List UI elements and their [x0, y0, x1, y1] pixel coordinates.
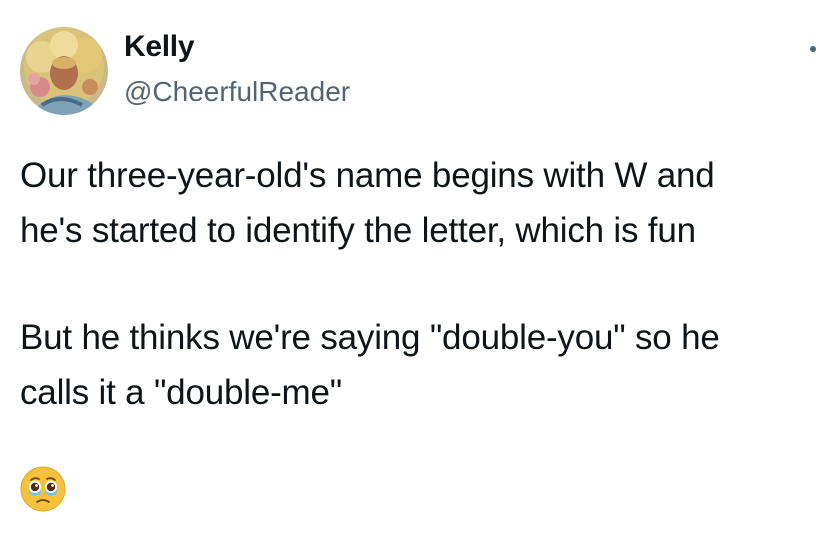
- tweet-paragraph-1: Our three-year-old's name begins with W …: [20, 148, 810, 258]
- more-options-icon[interactable]: [806, 38, 816, 58]
- author-handle[interactable]: @CheerfulReader: [124, 76, 350, 108]
- avatar-image: [20, 27, 108, 115]
- more-dot: [810, 46, 816, 52]
- author-display-name[interactable]: Kelly: [124, 30, 195, 64]
- tweet-line: calls it a "double-me": [20, 373, 342, 412]
- tweet-line: he's started to identify the letter, whi…: [20, 211, 696, 250]
- face-holding-back-tears-emoji: [20, 466, 66, 512]
- tweet-text: Our three-year-old's name begins with W …: [20, 148, 810, 420]
- tweet-line: Our three-year-old's name begins with W …: [20, 156, 715, 195]
- tweet-line: But he thinks we're saying "double-you" …: [20, 318, 720, 357]
- tweet-card: Kelly @CheerfulReader Our three-year-old…: [0, 0, 816, 542]
- tweet-paragraph-2: But he thinks we're saying "double-you" …: [20, 310, 810, 420]
- user-avatar[interactable]: [20, 27, 108, 115]
